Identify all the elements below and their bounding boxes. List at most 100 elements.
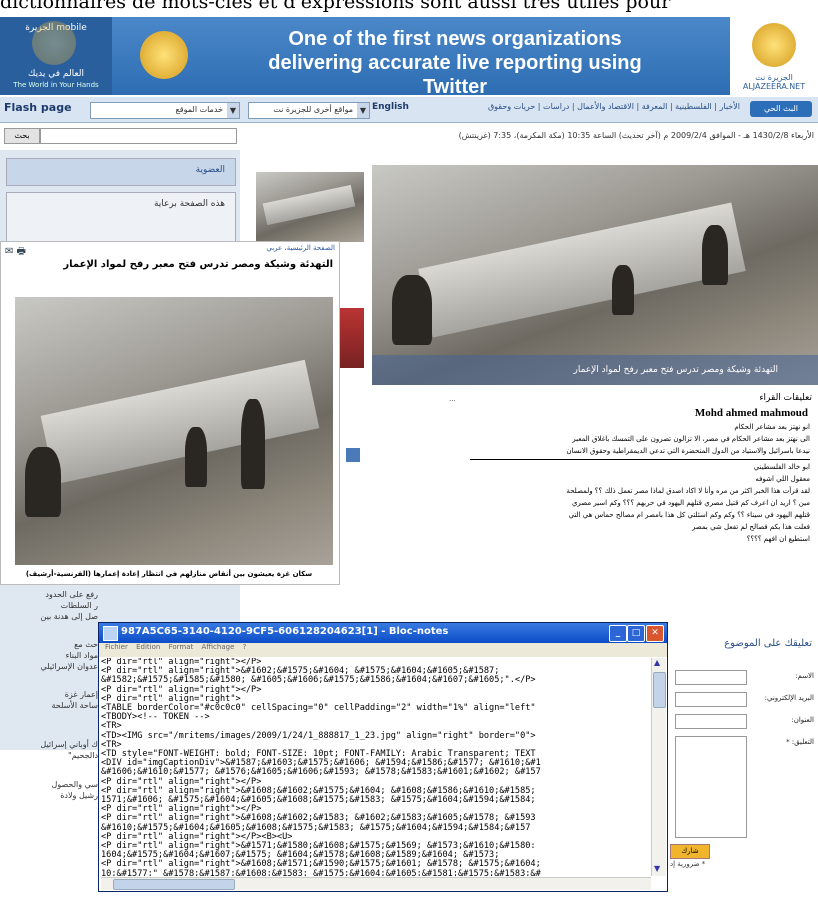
article-popup: ✉ 🖶 الصفحة الرئيسية، عربي التهدئة وشيكة … <box>0 241 340 585</box>
comment-line: الى نهتز بعد مشاعر الحكام في مصر، الا تز… <box>572 435 810 443</box>
comment-line: لقد قرأت هذا الخبر اكثر من مره وأنا لا ا… <box>566 487 810 495</box>
commenter-name-2: ابو خالد الفلسطيني <box>753 463 810 471</box>
thumbnail-image[interactable] <box>256 172 364 242</box>
services-select[interactable]: خدمات الموقع ▼ <box>90 102 240 119</box>
caption-text: dictionnaires de mots-clés et d'expressi… <box>0 0 671 13</box>
editor-line: <TD><IMG src="/mritems/images/2009/1/24/… <box>101 730 536 741</box>
aljazeera-logo-icon <box>140 31 188 79</box>
left-fragment: ر السلطات <box>60 601 98 610</box>
left-fragment: رشيل ولادة <box>60 791 98 800</box>
close-button[interactable]: ✕ <box>646 625 664 642</box>
main-navbar: Flash page خدمات الموقع ▼ مواقع أخرى للج… <box>0 97 818 123</box>
main-photo-caption[interactable]: التهدئة وشيكة ومصر تدرس فتح معبر رفح لمو… <box>372 355 818 385</box>
chevron-down-icon: ▼ <box>227 103 239 118</box>
article-title: التهدئة وشيكة ومصر تدرس فتح معبر رفح لمو… <box>63 259 333 270</box>
scroll-down-icon[interactable]: ▼ <box>654 864 660 873</box>
section-links[interactable]: الأخبار | الفلسطينية | المعرفة | الاقتصا… <box>270 102 740 111</box>
scroll-thumb[interactable] <box>113 879 235 890</box>
menu-file[interactable]: Fichier <box>105 643 128 651</box>
commenter-name: Mohd ahmed mahmoud <box>694 407 808 419</box>
comment-line: مين ؟ اريد ان اعرف كم قتيل مصري قتلهم ال… <box>571 499 810 507</box>
print-email-icons[interactable]: ✉ 🖶 <box>5 244 26 261</box>
search-button[interactable]: بحث <box>4 128 40 144</box>
membership-title: العضوية <box>195 165 225 175</box>
comment-textarea[interactable] <box>675 736 747 838</box>
comment-form: تعليقك على الموضوع الاسم: البريد الإلكتر… <box>675 598 818 858</box>
minimize-button[interactable]: _ <box>609 625 627 642</box>
banner-tagline: One of the first news organizations deli… <box>268 28 642 98</box>
left-fragment: ك أوباني إسرائيل <box>40 740 98 749</box>
main-news-photo[interactable] <box>372 165 818 385</box>
globe-icon <box>32 21 76 65</box>
menu-view[interactable]: Affichage <box>202 643 235 651</box>
search-row: بحث الأربعاء 1430/2/8 هـ - الموافق 2009/… <box>0 123 818 147</box>
article-photo <box>15 297 333 565</box>
dateline: الأربعاء 1430/2/8 هـ - الموافق 2009/2/4 … <box>458 131 814 140</box>
name-label: الاسم: <box>795 672 814 680</box>
menu-edit[interactable]: Edition <box>136 643 160 651</box>
horizontal-scrollbar[interactable] <box>101 877 651 890</box>
window-title: 987A5C65-3140-4120-9CF5-606128204623[1] … <box>121 626 449 637</box>
maximize-button[interactable]: □ <box>627 625 645 642</box>
left-fragment: إعمار غزة <box>64 690 98 699</box>
left-fragment: صل إلى هدنة بين <box>40 612 98 621</box>
left-fragment: رفع على الحدود <box>45 590 98 599</box>
page-caption-fragment: dictionnaires de mots-clés et d'expressi… <box>0 0 818 17</box>
live-button[interactable]: البث الحي <box>750 101 812 117</box>
mobile-tagline: العالم في يديك <box>28 69 84 79</box>
title-field[interactable] <box>675 714 747 729</box>
title-bar[interactable]: 987A5C65-3140-4120-9CF5-606128204623[1] … <box>99 623 667 643</box>
comment-label: التعليق: * <box>786 738 814 746</box>
left-text-fragments: رفع على الحدود ر السلطات صل إلى هدنة بين… <box>0 590 98 840</box>
left-fragment: سي والحصول <box>51 780 98 789</box>
left-fragment: دالجحيم" <box>68 751 98 760</box>
vertical-scrollbar[interactable]: ▲ ▼ <box>651 658 666 876</box>
name-field[interactable] <box>675 670 747 685</box>
menu-help[interactable]: ? <box>243 643 247 651</box>
title-label: العنوان: <box>791 716 814 724</box>
editor-line: <TBODY><!-- TOKEN --> <box>101 712 210 723</box>
aljazeera-net-brand[interactable]: الجزيرة نت ALJAZEERA.NET <box>730 17 818 95</box>
comment-line: انو نهتز بعد مشاعر الحكام <box>734 423 810 431</box>
editor-text-area[interactable]: <P dir="rtl" align="right"></P> <P dir="r… <box>101 658 649 876</box>
services-select-value: خدمات الموقع <box>175 105 223 114</box>
comments-header: تعليقات القراء <box>759 393 812 403</box>
story-snippet: … <box>449 395 456 403</box>
left-fragment: عدوان الإسرائيلي <box>40 662 98 671</box>
flash-page-link[interactable]: Flash page <box>4 101 72 114</box>
submit-button[interactable]: شارك <box>670 844 710 859</box>
editor-line: 10;&#1577;" &#1578;&#1587;&#1608;&#1583;… <box>101 868 541 876</box>
mobile-promo[interactable]: الجزيرة mobile العالم في يديك The World … <box>0 17 112 95</box>
form-header: تعليقك على الموضوع <box>724 638 812 649</box>
left-fragment: حث مع <box>74 640 98 649</box>
search-input[interactable] <box>40 128 237 144</box>
comment-line: فعلت هذا بكم فصالح لم تفعل شي بمصر <box>691 523 810 531</box>
article-photo-caption: سكان غزة يعيشون بين أنقاض منازلهم في انت… <box>25 570 313 578</box>
notepad-window: 987A5C65-3140-4120-9CF5-606128204623[1] … <box>98 622 668 892</box>
reader-comments: تعليقات القراء Mohd ahmed mahmoud انو نه… <box>455 387 818 597</box>
comment-line: استطيع ان افهم ؟؟؟؟ <box>746 535 810 543</box>
brand-text: الجزيرة نت ALJAZEERA.NET <box>742 73 806 91</box>
menu-format[interactable]: Format <box>169 643 194 651</box>
aljazeera-net-logo-icon <box>752 23 796 67</box>
comment-line: قتلهم اليهود في سيناء ؟؟ وكم وكم اسئلتي … <box>568 511 810 519</box>
scroll-thumb[interactable] <box>653 672 666 708</box>
email-field[interactable] <box>675 692 747 707</box>
site-banner: الجزيرة mobile العالم في يديك The World … <box>0 17 818 98</box>
email-label: البريد الإلكتروني: <box>764 694 814 702</box>
comment-divider <box>470 459 810 460</box>
comment-line: نيدعا باسرائيل والاستياد من الدول المتحض… <box>566 447 810 455</box>
left-fragment: مواد البناء <box>65 651 98 660</box>
sponsor-title: هذه الصفحة برعاية <box>153 199 225 209</box>
notepad-icon <box>103 626 118 641</box>
menu-bar: Fichier Edition Format Affichage ? <box>99 643 667 657</box>
required-note: * ضرورية إد <box>670 860 706 868</box>
membership-panel[interactable]: العضوية <box>6 158 236 186</box>
next-arrow-icon[interactable] <box>346 448 360 462</box>
breadcrumb[interactable]: الصفحة الرئيسية، عربي <box>266 244 335 252</box>
scroll-up-icon[interactable]: ▲ <box>654 658 660 667</box>
mobile-english-tagline: The World in Your Hands <box>13 81 99 89</box>
left-fragment: ساحة الأسلحة <box>51 701 98 710</box>
comment-line: معقول اللي اشوفه <box>755 475 810 483</box>
main-caption-text: التهدئة وشيكة ومصر تدرس فتح معبر رفح لمو… <box>573 365 778 375</box>
